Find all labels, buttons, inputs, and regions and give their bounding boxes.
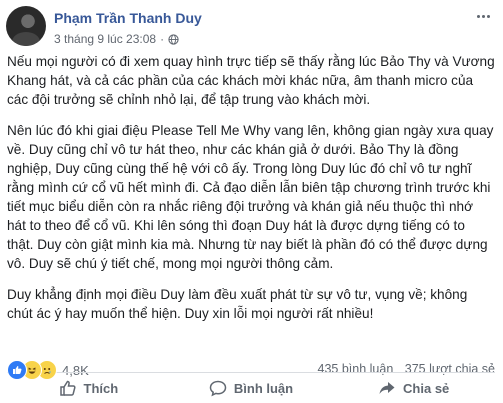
share-button[interactable]: Chia sẻ [332,373,495,403]
comment-button-label: Bình luận [233,380,294,396]
post-timestamp[interactable]: 3 tháng 9 lúc 23:08 [54,32,156,46]
post-meta: 3 tháng 9 lúc 23:08 · [54,32,179,46]
action-bar: Thích Bình luận Chia sẻ [7,372,495,403]
avatar[interactable] [6,6,46,46]
author-name[interactable]: Phạm Trần Thanh Duy [54,10,202,26]
facebook-post: Phạm Trần Thanh Duy 3 tháng 9 lúc 23:08 … [0,0,503,403]
post-paragraph-2: Nên lúc đó khi giai điệu Please Tell Me … [7,123,494,271]
comment-button[interactable]: Bình luận [170,373,333,403]
meta-separator: · [160,32,165,46]
post-paragraph-1: Nếu mọi người có đi xem quay hình trực t… [7,54,495,107]
thumbs-up-icon [59,380,76,396]
comment-icon [209,380,227,397]
globe-icon[interactable] [168,33,179,45]
like-icon [7,360,27,380]
share-button-label: Chia sẻ [403,380,450,396]
post-content: Nếu mọi người có đi xem quay hình trực t… [7,52,495,335]
more-options-icon[interactable] [473,8,493,24]
share-icon [379,382,395,394]
post-paragraph-3: Duy khẳng định mọi điều Duy làm đều xuất… [7,287,468,321]
like-button-label: Thích [83,380,119,396]
